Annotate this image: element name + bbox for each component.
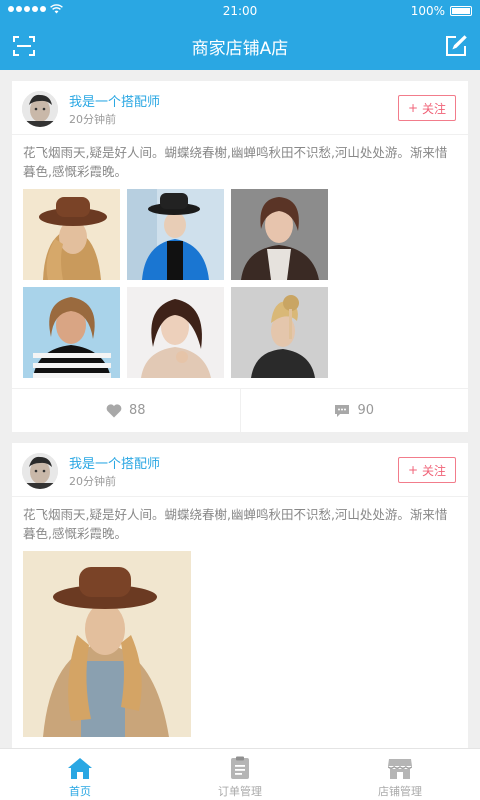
post-photo[interactable] xyxy=(231,189,328,280)
post-photo-large[interactable] xyxy=(23,551,191,737)
tab-store[interactable]: 店铺管理 xyxy=(320,749,480,800)
comment-icon xyxy=(335,404,350,417)
avatar[interactable] xyxy=(22,91,58,127)
post-card: 我是一个搭配师 20分钟前 + 关注 花飞烟雨天,疑是好人间。蝴蝶绕春榭,幽蝉鸣… xyxy=(12,81,468,432)
post-card: 我是一个搭配师 20分钟前 + 关注 花飞烟雨天,疑是好人间。蝴蝶绕春榭,幽蝉鸣… xyxy=(12,443,468,748)
tab-label: 首页 xyxy=(69,785,91,798)
photo-grid xyxy=(12,181,468,378)
post-actions: 88 90 xyxy=(12,388,468,432)
post-author[interactable]: 我是一个搭配师 xyxy=(69,453,160,472)
post-text: 花飞烟雨天,疑是好人间。蝴蝶绕春榭,幽蝉鸣秋田不识愁,河山处处游。渐来惜暮色,感… xyxy=(23,145,448,179)
page-title: 商家店铺A店 xyxy=(191,39,289,59)
tab-label: 订单管理 xyxy=(218,785,262,798)
edit-icon[interactable] xyxy=(444,34,468,58)
battery-group: 100% xyxy=(411,4,472,18)
post-photo[interactable] xyxy=(23,189,120,280)
plus-icon: + xyxy=(407,463,419,477)
like-count: 88 xyxy=(128,403,146,418)
post-photo[interactable] xyxy=(127,287,224,378)
follow-label: 关注 xyxy=(422,101,447,116)
follow-button[interactable]: + 关注 xyxy=(398,95,456,121)
clipboard-icon xyxy=(231,756,249,779)
post-photo[interactable] xyxy=(127,189,224,280)
follow-button[interactable]: + 关注 xyxy=(398,457,456,483)
avatar[interactable] xyxy=(22,453,58,489)
battery-percent: 100% xyxy=(410,4,445,18)
post-time: 20分钟前 xyxy=(69,113,116,126)
tab-label: 店铺管理 xyxy=(378,785,422,798)
post-time: 20分钟前 xyxy=(69,475,116,488)
post-text: 花飞烟雨天,疑是好人间。蝴蝶绕春榭,幽蝉鸣秋田不识愁,河山处处游。渐来惜暮色,感… xyxy=(23,507,448,541)
post-header: 我是一个搭配师 20分钟前 + 关注 xyxy=(12,81,468,135)
battery-icon xyxy=(450,6,472,16)
tab-bar: 首页 订单管理 店铺管理 xyxy=(0,748,480,800)
tab-orders[interactable]: 订单管理 xyxy=(160,749,320,800)
tab-home[interactable]: 首页 xyxy=(0,749,160,800)
post-photo[interactable] xyxy=(231,287,328,378)
like-button[interactable]: 88 xyxy=(12,389,241,432)
post-photo[interactable] xyxy=(23,287,120,378)
post-author[interactable]: 我是一个搭配师 xyxy=(69,91,160,110)
post-header: 我是一个搭配师 20分钟前 + 关注 xyxy=(12,443,468,497)
plus-icon: + xyxy=(407,101,419,115)
status-time: 21:00 xyxy=(222,4,258,18)
heart-icon xyxy=(106,403,122,417)
store-icon xyxy=(388,759,412,779)
comment-count: 90 xyxy=(357,403,375,418)
feed[interactable]: 我是一个搭配师 20分钟前 + 关注 花飞烟雨天,疑是好人间。蝴蝶绕春榭,幽蝉鸣… xyxy=(0,70,480,748)
status-bar: 21:00 100% xyxy=(0,0,480,22)
home-icon xyxy=(68,758,92,779)
follow-label: 关注 xyxy=(422,463,447,478)
comment-button[interactable]: 90 xyxy=(241,389,469,432)
nav-bar: 商家店铺A店 xyxy=(0,22,480,70)
